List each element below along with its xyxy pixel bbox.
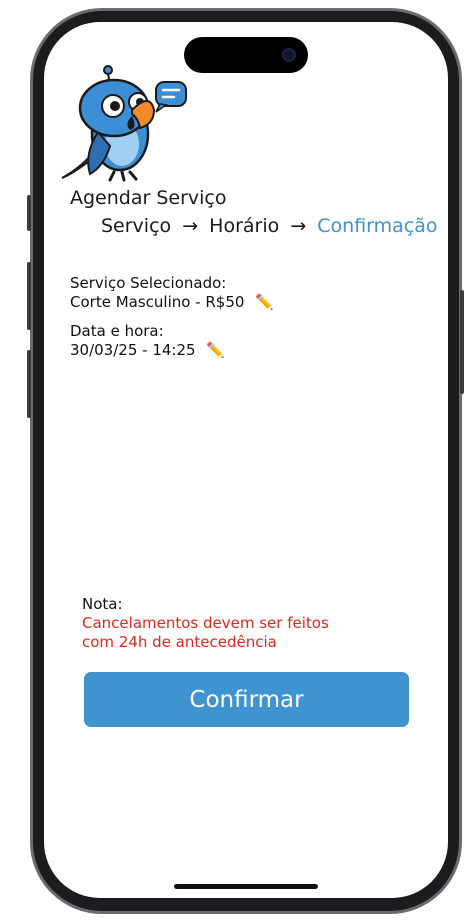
edit-service-pencil-icon[interactable]: ✏️ bbox=[255, 293, 274, 311]
datetime-row: 30/03/25 - 14:25 ✏️ bbox=[70, 341, 225, 359]
home-indicator[interactable] bbox=[174, 884, 318, 889]
confirm-button[interactable]: Confirmar bbox=[84, 672, 409, 727]
volume-up-button bbox=[27, 262, 31, 330]
page-title: Agendar Serviço bbox=[70, 187, 227, 209]
datetime-value: 30/03/25 - 14:25 bbox=[70, 341, 196, 359]
step-arrow-icon: → bbox=[182, 215, 199, 237]
edit-datetime-pencil-icon[interactable]: ✏️ bbox=[206, 341, 225, 359]
datetime-label: Data e hora: bbox=[70, 322, 164, 340]
selected-service-row: Corte Masculino - R$50 ✏️ bbox=[70, 293, 274, 311]
volume-down-button bbox=[27, 350, 31, 418]
cancellation-note: Cancelamentos devem ser feitos com 24h d… bbox=[82, 614, 329, 651]
selected-service-label: Serviço Selecionado: bbox=[70, 274, 227, 292]
step-arrow-icon: → bbox=[290, 215, 307, 237]
silent-switch bbox=[27, 195, 31, 231]
note-title: Nota: bbox=[82, 595, 123, 613]
step-confirmation: Confirmação bbox=[317, 215, 438, 237]
power-button bbox=[460, 290, 464, 394]
step-time: Horário bbox=[209, 215, 280, 237]
dynamic-island bbox=[184, 37, 308, 73]
parrot-mascot-icon bbox=[61, 65, 187, 182]
selected-service-value: Corte Masculino - R$50 bbox=[70, 293, 245, 311]
step-indicator: Serviço → Horário → Confirmação bbox=[101, 215, 438, 237]
camera-icon bbox=[282, 48, 296, 62]
step-service: Serviço bbox=[101, 215, 172, 237]
